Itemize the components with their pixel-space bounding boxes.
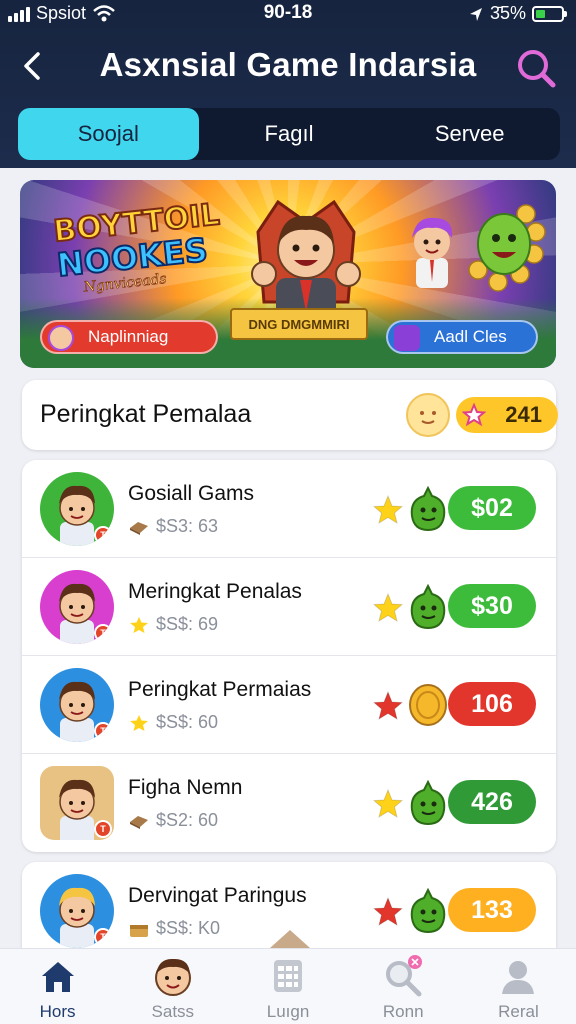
character-badge-icon [48,325,74,351]
green-monster-icon [410,584,446,630]
avatar: T [40,874,114,948]
star-icon [372,494,404,525]
level-badge: T [94,624,112,642]
grid-icon [274,960,302,992]
player-sub: $S2: 60 [128,810,218,831]
nav-luign[interactable]: Luıgn [230,949,345,1024]
ranking-header: Peringkat Pemalaa 241 [22,380,558,450]
points-badge: 241 [456,397,558,433]
nav-home[interactable]: Hors [0,949,115,1024]
treasure-icon [130,924,148,937]
tab-bar: Soojal Fagıl Servee [18,108,560,160]
player-name: Gosiall Gams [128,482,255,505]
level-badge: T [94,526,112,544]
player-sub: $S3: 63 [128,516,218,537]
star-icon [130,714,148,731]
banner-right-button[interactable]: Aadl Cles [386,320,538,354]
avatar: T [40,668,114,742]
level-badge: T [94,928,112,946]
tab-fagil[interactable]: Fagıl [199,108,380,160]
block-icon [130,521,148,535]
player-name: Dervingat Paringus [128,884,307,907]
star-icon [462,403,486,427]
tab-servee[interactable]: Servee [379,108,560,160]
page-title: Asxnsial Game Indarsia [99,46,477,83]
block-icon [130,815,148,829]
level-badge: T [94,722,112,740]
search-icon[interactable] [514,46,558,90]
list-item[interactable]: T Meringkat Penalas $S$: 69 $30 [22,558,556,656]
battery-icon [532,5,567,22]
avatar: T [40,570,114,644]
star-icon [372,690,404,721]
score-badge: 426 [448,780,536,824]
level-badge: T [94,820,112,838]
nav-bar: Asxnsial Game Indarsia [0,38,576,94]
coin-icon [409,684,447,726]
leaderboard-list: T Gosiall Gams $S3: 63 $02 T Meringkat Penala… [22,460,556,852]
gift-icon [394,325,420,351]
nav-reral[interactable]: Reral [461,949,576,1024]
player-name: Meringkat Penalas [128,580,302,603]
tab-soojal[interactable]: Soojal [18,108,199,160]
list-item[interactable]: T Gosiall Gams $S3: 63 $02 [22,460,556,558]
list-item[interactable]: T Figha Nemn $S2: 60 426 [22,754,556,852]
player-sub: $S$: K0 [128,918,220,939]
promo-banner[interactable]: BOYTTOIL NOOKES Ngnviceads DNG DMGMMIRI [20,180,556,368]
green-monster-icon [410,780,446,826]
search-icon [386,955,423,997]
avatar: T [40,472,114,546]
banner-left-button[interactable]: Naplinniag [40,320,218,354]
star-icon [130,616,148,633]
ranking-title: Peringkat Pemalaa [40,400,252,428]
score-badge: 106 [448,682,536,726]
green-monster-icon [410,888,446,934]
banner-ribbon: DNG DMGMMIRI [230,308,368,340]
star-icon [372,592,404,623]
player-name: Figha Nemn [128,776,243,799]
bottom-nav: Hors Satss Luıgn Ronn Reral [0,948,576,1024]
player-sub: $S$: 69 [128,614,218,635]
star-icon [372,788,404,819]
score-badge: 133 [448,888,536,932]
app-header: Spsiot 90-18 3̄5% Asxnsial Game Indarsia… [0,0,576,168]
green-monster-icon [410,486,446,532]
home-icon [41,962,74,992]
smiley-icon [406,393,450,437]
avatar-icon [154,958,191,996]
hero-character-icon [251,199,361,322]
nav-ronn[interactable]: Ronn [346,949,461,1024]
score-badge: $02 [448,486,536,530]
scroll-indicator [270,930,310,948]
profile-icon [502,961,535,994]
player-sub: $S$: 60 [128,712,218,733]
star-icon [372,896,404,927]
player-name: Peringkat Permaias [128,678,312,701]
nav-satss[interactable]: Satss [115,949,230,1024]
kid-character-icon [412,217,453,288]
battery-label: 3̄5% [489,3,526,23]
avatar: T [40,766,114,840]
score-badge: $30 [448,584,536,628]
list-item[interactable]: T Peringkat Permaias $S$: 60 106 [22,656,556,754]
game-logo: BOYTTOIL NOOKES Ngnviceads [51,196,222,296]
green-monster-icon [468,204,546,292]
status-bar: Spsiot 90-18 3̄5% [0,0,576,28]
location-icon [469,7,482,21]
